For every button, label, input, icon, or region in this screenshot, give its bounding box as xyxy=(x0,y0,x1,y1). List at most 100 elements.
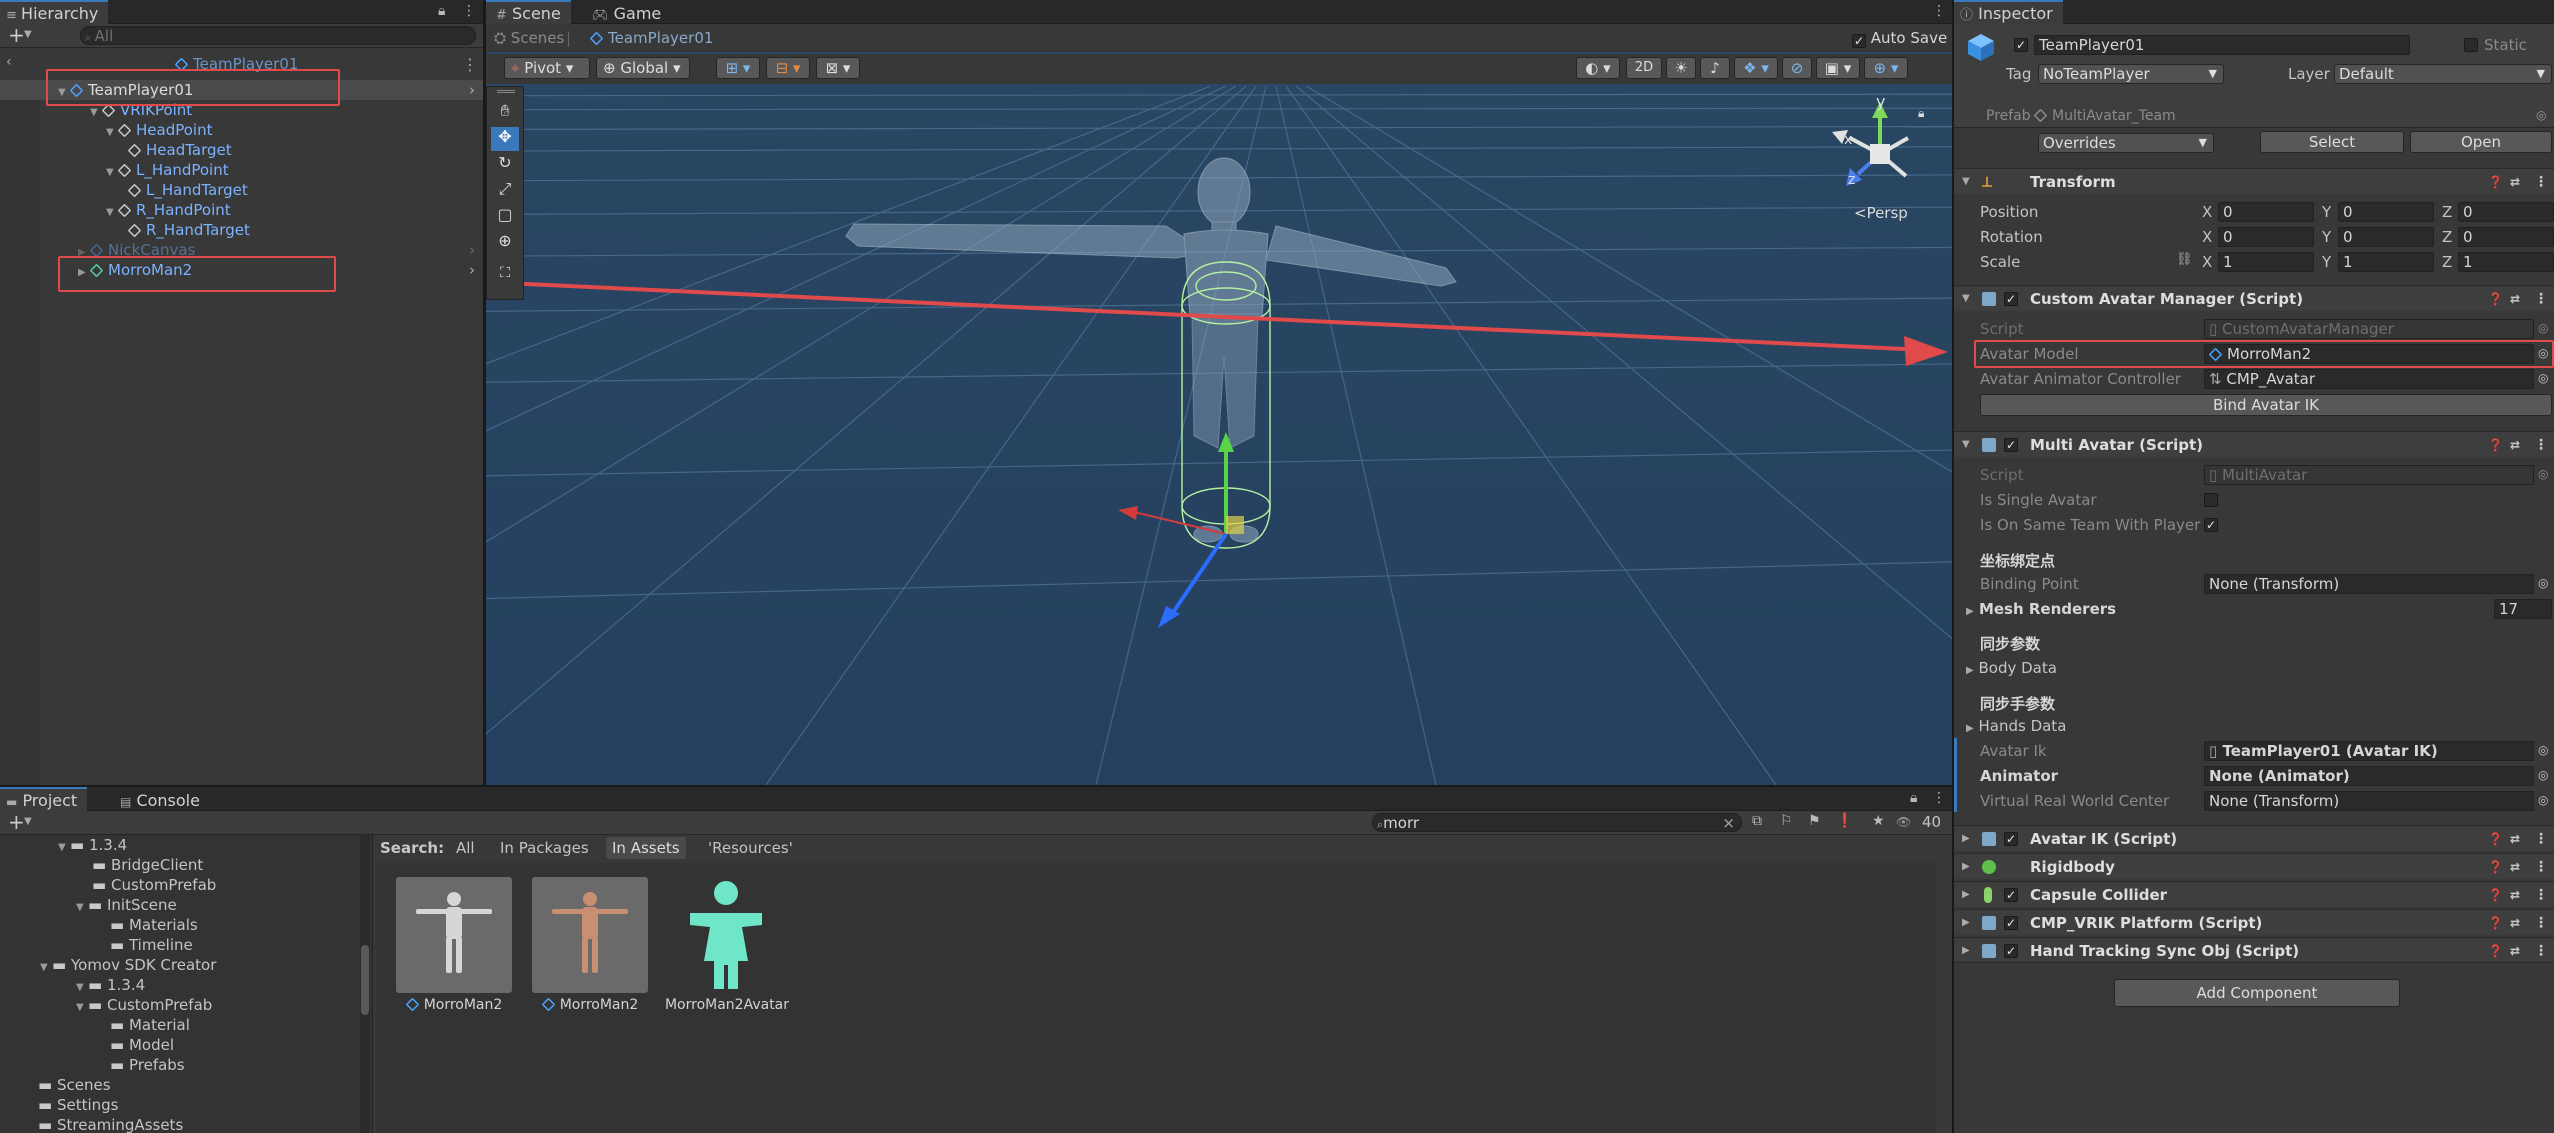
grid-snap-button[interactable]: ⊞ ▾ xyxy=(716,57,760,79)
hierarchy-item-r-handpoint[interactable]: ▼ R_HandPoint xyxy=(0,200,483,220)
is-single-avatar-checkbox[interactable] xyxy=(2204,493,2218,507)
help-icon[interactable]: ❓ xyxy=(2488,910,2503,936)
help-icon[interactable]: ❓ xyxy=(2488,432,2503,458)
tree-item[interactable]: ▬ StreamingAssets xyxy=(0,1115,372,1133)
gizmos-dropdown[interactable]: ⊕ ▾ xyxy=(1864,57,1908,79)
position-z-field[interactable]: 0 xyxy=(2458,202,2554,222)
tree-item[interactable]: ▬ BridgeClient xyxy=(0,855,372,875)
mesh-renderers-foldout[interactable]: ▶ Mesh Renderers xyxy=(1966,599,2116,622)
hidden-objects-toggle[interactable]: ⊘ xyxy=(1782,57,1812,79)
tree-item[interactable]: ▬ Materials xyxy=(0,915,372,935)
increment-snap-button[interactable]: ⊠ ▾ xyxy=(816,57,860,79)
hierarchy-search-input[interactable]: ⌕ All xyxy=(80,26,476,45)
tab-game[interactable]: 🎮︎ Game xyxy=(582,0,671,24)
component-enabled-checkbox[interactable]: ✓ xyxy=(2004,888,2018,902)
lock-view-icon[interactable]: 🔒︎ xyxy=(1918,106,1924,121)
tree-item[interactable]: ▬ Timeline xyxy=(0,935,372,955)
object-picker-icon[interactable]: ◎ xyxy=(2538,576,2548,590)
rotation-z-field[interactable]: 0 xyxy=(2458,227,2554,247)
tab-scene[interactable]: # Scene xyxy=(486,0,571,24)
object-picker-icon[interactable]: ◎ xyxy=(2538,371,2548,385)
more-menu-icon[interactable]: ⋮ xyxy=(2534,432,2548,458)
filter-resources[interactable]: 'Resources' xyxy=(708,837,793,859)
effects-dropdown[interactable]: ❖ ▾ xyxy=(1734,57,1778,79)
preset-icon[interactable]: ⇄ xyxy=(2510,432,2520,458)
position-x-field[interactable]: 0 xyxy=(2218,202,2314,222)
body-data-foldout[interactable]: ▶ Body Data xyxy=(1966,658,2057,681)
rigidbody-header[interactable]: ▶ Rigidbody ❓ ⇄ ⋮ xyxy=(1954,853,2554,879)
bind-avatar-ik-button[interactable]: Bind Avatar IK xyxy=(1980,394,2552,416)
more-menu-icon[interactable]: ⋮ xyxy=(2534,938,2548,964)
hierarchy-item-l-handtarget[interactable]: L_HandTarget xyxy=(0,180,483,200)
same-team-checkbox[interactable]: ✓ xyxy=(2204,518,2218,532)
binding-point-field[interactable]: None (Transform) xyxy=(2204,574,2534,594)
more-menu-icon[interactable]: ⋮ xyxy=(2534,169,2548,195)
tree-item[interactable]: ▼ ▬ CustomPrefab xyxy=(0,995,372,1015)
grid-visibility-button[interactable]: ⊟ ▾ xyxy=(766,57,810,79)
breadcrumb-scenes[interactable]: ⛭ Scenes xyxy=(494,24,564,52)
asset-thumbnail[interactable] xyxy=(532,877,648,993)
search-by-type-icon[interactable]: ⧉ xyxy=(1752,813,1762,829)
tree-item[interactable]: ▬ Prefabs xyxy=(0,1055,372,1075)
audio-toggle[interactable]: ♪ xyxy=(1700,57,1730,79)
chevron-right-icon[interactable]: › xyxy=(469,260,475,280)
preset-icon[interactable]: ⇄ xyxy=(2510,286,2520,312)
chevron-down-icon[interactable]: ▼ xyxy=(24,29,32,40)
object-picker-icon[interactable]: ◎ xyxy=(2538,743,2548,757)
clear-search-icon[interactable]: × xyxy=(1722,814,1735,831)
vr-center-field[interactable]: None (Transform) xyxy=(2204,791,2534,811)
tree-item[interactable]: ▬ CustomPrefab xyxy=(0,875,372,895)
back-arrow-icon[interactable]: ‹ xyxy=(6,54,12,70)
more-menu-icon[interactable]: ⋮ xyxy=(1932,3,1946,19)
tree-item[interactable]: ▬ Settings xyxy=(0,1095,372,1115)
scrollbar-thumb[interactable] xyxy=(361,945,369,1015)
visibility-icon[interactable]: 👁︎ xyxy=(1896,815,1911,829)
mesh-renderers-count[interactable]: 17 xyxy=(2494,599,2552,619)
tree-item[interactable]: ▼ ▬ 1.3.4 xyxy=(0,975,372,995)
custom-tool-icon[interactable]: ⛶ xyxy=(491,265,519,289)
prefab-open-button[interactable]: Open xyxy=(2410,131,2552,153)
object-picker-icon[interactable]: ◎ xyxy=(2538,467,2548,481)
filter-in-assets[interactable]: In Assets xyxy=(606,837,686,859)
animator-controller-field[interactable]: ⇅ CMP_Avatar xyxy=(2204,369,2534,389)
hands-data-foldout[interactable]: ▶ Hands Data xyxy=(1966,716,2066,739)
transform-tool-icon[interactable]: ⊕ xyxy=(491,231,519,255)
multi-avatar-header[interactable]: ▼ ✓ Multi Avatar (Script) ❓ ⇄ ⋮ xyxy=(1954,431,2554,457)
lighting-toggle[interactable]: ☀︎ xyxy=(1666,57,1696,79)
scene-menu-icon[interactable]: ⋮ xyxy=(462,55,478,74)
hierarchy-item-r-handtarget[interactable]: R_HandTarget xyxy=(0,220,483,240)
preset-icon[interactable]: ⇄ xyxy=(2510,169,2520,195)
custom-avatar-manager-header[interactable]: ▼ ✓ Custom Avatar Manager (Script) ❓ ⇄ ⋮ xyxy=(1954,285,2554,311)
more-menu-icon[interactable]: ⋮ xyxy=(462,3,476,19)
projection-label[interactable]: <Persp xyxy=(1854,204,1908,222)
capsule-collider-header[interactable]: ▶ ✓ Capsule Collider ❓ ⇄ ⋮ xyxy=(1954,881,2554,907)
component-enabled-checkbox[interactable]: ✓ xyxy=(2004,292,2018,306)
2d-toggle[interactable]: 2D xyxy=(1626,57,1662,79)
add-component-button[interactable]: Add Component xyxy=(2114,979,2400,1007)
rotation-x-field[interactable]: 0 xyxy=(2218,227,2314,247)
avatar-asset-thumbnail[interactable] xyxy=(668,877,784,993)
project-search-input[interactable]: ⌕morr × xyxy=(1372,813,1742,832)
avatar-ik-component-header[interactable]: ▶ ✓ Avatar IK (Script) ❓ ⇄ ⋮ xyxy=(1954,825,2554,851)
tag-dropdown[interactable]: NoTeamPlayer ▼ xyxy=(2038,64,2224,84)
rotate-tool-icon[interactable]: ↻ xyxy=(491,153,519,177)
save-search-icon[interactable]: ⚑ xyxy=(1808,813,1821,829)
tree-item[interactable]: ▬ Material xyxy=(0,1015,372,1035)
constrain-proportions-icon[interactable]: ⛓ xyxy=(2176,252,2193,267)
component-enabled-checkbox[interactable]: ✓ xyxy=(2004,944,2018,958)
rect-tool-icon[interactable]: ▢ xyxy=(491,205,519,229)
more-menu-icon[interactable]: ⋮ xyxy=(2534,286,2548,312)
fold-arrow-icon[interactable]: ▶ xyxy=(1962,854,1970,880)
more-menu-icon[interactable]: ⋮ xyxy=(1932,790,1946,806)
scale-x-field[interactable]: 1 xyxy=(2218,252,2314,272)
preset-icon[interactable]: ⇄ xyxy=(2510,910,2520,936)
position-y-field[interactable]: 0 xyxy=(2338,202,2434,222)
asset-thumbnail[interactable] xyxy=(396,877,512,993)
fold-arrow-icon[interactable]: ▶ xyxy=(1962,882,1970,908)
tree-item[interactable]: ▼ ▬ InitScene xyxy=(0,895,372,915)
component-enabled-checkbox[interactable]: ✓ xyxy=(2004,832,2018,846)
draw-mode-button[interactable]: ◐ ▾ xyxy=(1576,57,1620,79)
component-enabled-checkbox[interactable]: ✓ xyxy=(2004,438,2018,452)
hand-tool-icon[interactable]: ✋︎ xyxy=(491,101,519,125)
tab-hierarchy[interactable]: ≡ Hierarchy xyxy=(0,0,109,24)
